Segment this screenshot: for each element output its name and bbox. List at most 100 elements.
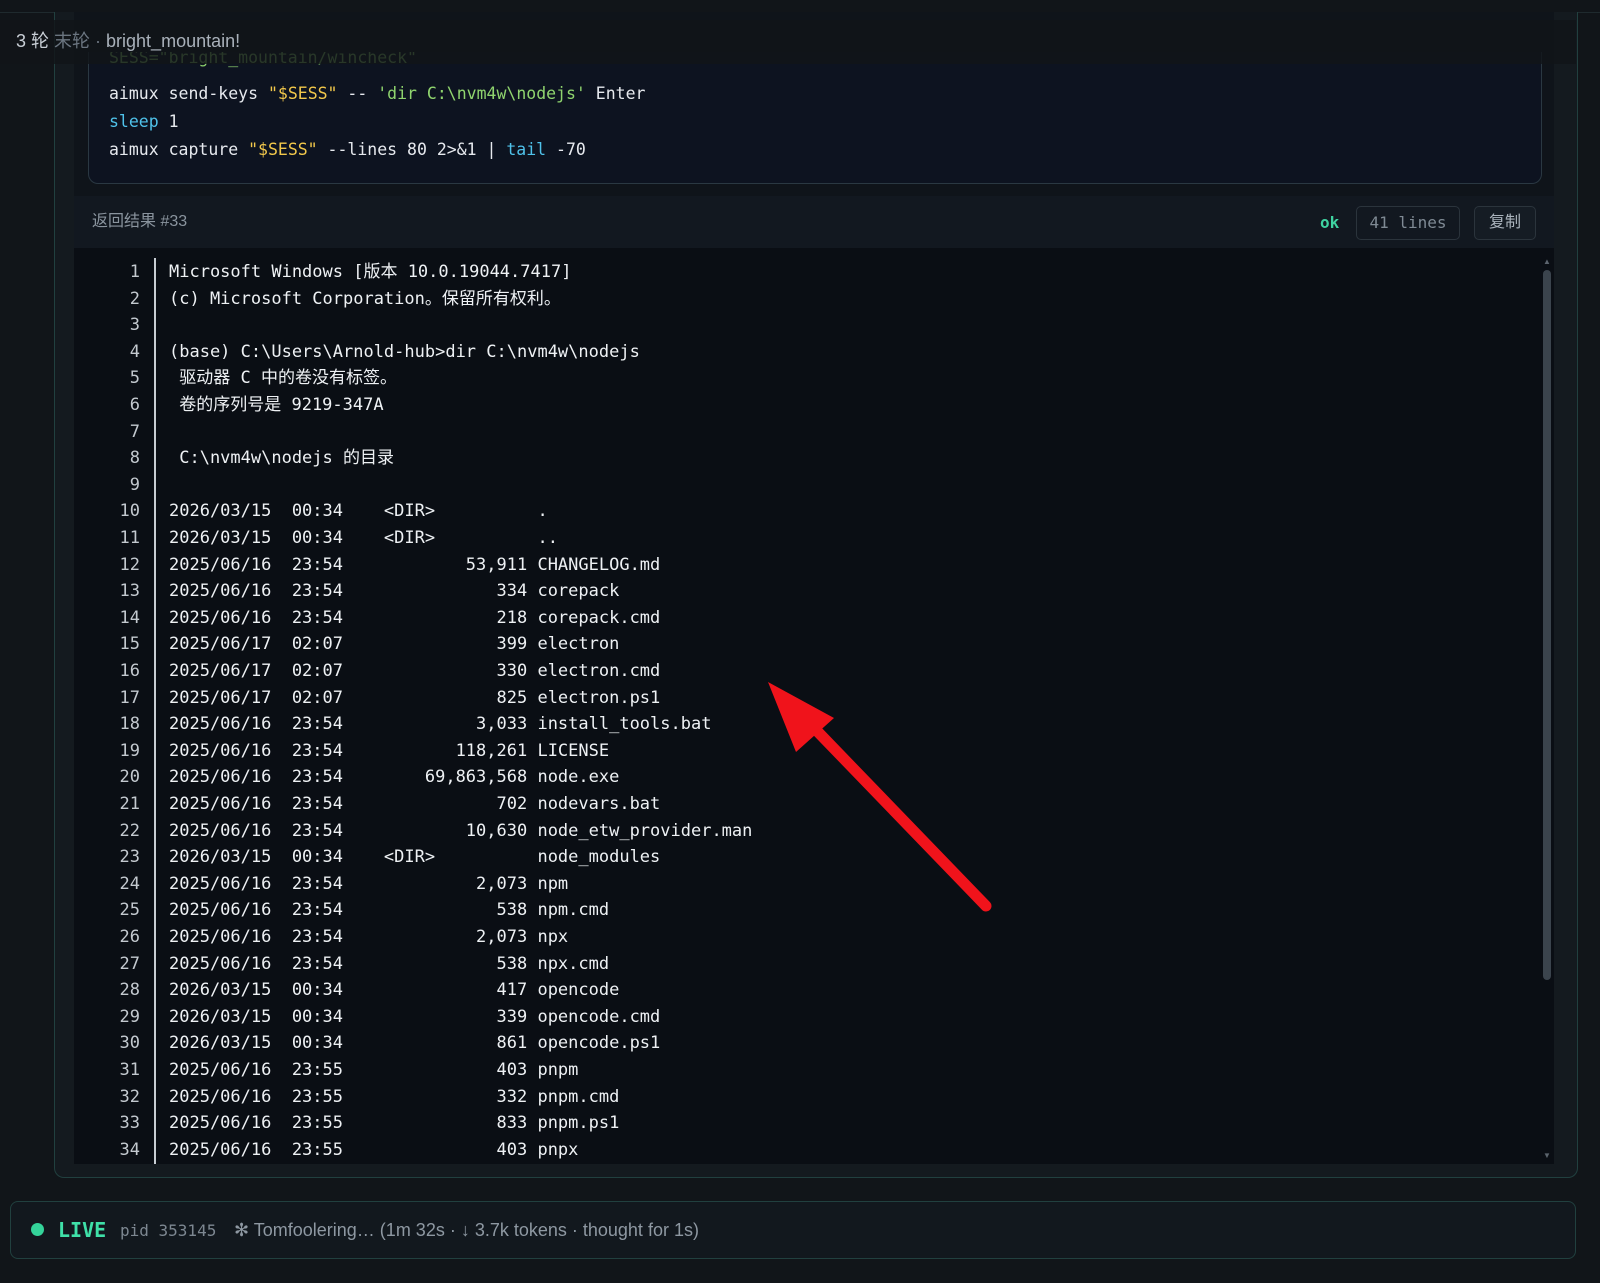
turn-count: 3 轮 xyxy=(16,31,50,51)
last-turn-label: 末轮 xyxy=(54,31,91,51)
line-text: 2025/06/16 23:54 702 nodevars.bat xyxy=(169,794,661,814)
terminal-line: 34 2025/06/16 23:55 403 pnpx xyxy=(0,1137,1540,1164)
terminal-line: 29 2026/03/15 00:34 339 opencode.cmd xyxy=(0,1004,1540,1031)
copy-button[interactable]: 复制 xyxy=(1474,206,1536,240)
line-number: 7 xyxy=(129,421,140,442)
line-text: (c) Microsoft Corporation。保留所有权利。 xyxy=(169,288,561,309)
terminal-line: 27 2025/06/16 23:54 538 npx.cmd xyxy=(0,951,1540,978)
line-text: 2025/06/16 23:54 538 npm.cmd xyxy=(169,900,610,921)
breadcrumb-separator: · xyxy=(90,31,107,51)
code-line-2: aimux send-keys "$SESS" -- 'dir C:\nvm4w… xyxy=(109,84,646,103)
line-number: 31 xyxy=(119,1060,140,1080)
line-number: 13 xyxy=(119,581,140,602)
line-number: 9 xyxy=(129,474,140,495)
terminal-line: 1 Microsoft Windows [版本 10.0.19044.7417] xyxy=(0,259,1540,286)
line-number: 6 xyxy=(129,395,140,415)
line-number: 18 xyxy=(119,714,140,735)
terminal-line: 5 驱动器 C 中的卷没有标签。 xyxy=(0,365,1540,392)
line-number: 8 xyxy=(129,448,140,469)
line-number: 29 xyxy=(119,1006,140,1027)
line-number: 17 xyxy=(119,687,140,708)
terminal-line: 7 xyxy=(0,419,1540,446)
line-number: 5 xyxy=(129,368,140,389)
line-text: 2025/06/16 23:54 69,863,568 node.exe xyxy=(169,767,620,788)
line-text: 卷的序列号是 9219-347A xyxy=(169,395,384,415)
line-text: 2025/06/16 23:55 403 pnpm xyxy=(169,1060,579,1080)
terminal-line: 11 2026/03/15 00:34 <DIR> .. xyxy=(0,525,1540,552)
terminal-line: 30 2026/03/15 00:34 861 opencode.ps1 xyxy=(0,1030,1540,1057)
scroll-up-icon[interactable]: ▲ xyxy=(1542,258,1552,266)
line-number: 19 xyxy=(119,740,140,761)
code-line-4: aimux capture "$SESS" --lines 80 2>&1 | … xyxy=(109,140,586,159)
line-text: 2025/06/16 23:54 218 corepack.cmd xyxy=(169,607,661,628)
status-badge: ok xyxy=(1320,213,1340,232)
line-text: 2026/03/15 00:34 417 opencode xyxy=(169,980,620,1001)
line-text: 2025/06/16 23:54 2,073 npm xyxy=(169,873,569,894)
line-number: 33 xyxy=(119,1113,140,1134)
line-text: 2025/06/17 02:07 330 electron.cmd xyxy=(169,661,661,681)
line-text: 2025/06/16 23:54 3,033 install_tools.bat xyxy=(169,714,712,735)
line-number: 10 xyxy=(119,501,140,522)
live-label: LIVE xyxy=(58,1218,107,1242)
terminal-line: 13 2025/06/16 23:54 334 corepack xyxy=(0,578,1540,605)
terminal-line: 12 2025/06/16 23:54 53,911 CHANGELOG.md xyxy=(0,552,1540,579)
line-number: 14 xyxy=(119,607,140,628)
line-text: 2025/06/16 23:54 10,630 node_etw_provide… xyxy=(169,820,753,841)
line-number: 23 xyxy=(119,847,140,868)
scrollbar-thumb[interactable] xyxy=(1543,270,1551,980)
line-text: 2025/06/17 02:07 825 electron.ps1 xyxy=(169,687,661,708)
line-number: 20 xyxy=(119,767,140,788)
terminal-line: 10 2026/03/15 00:34 <DIR> . xyxy=(0,498,1540,525)
terminal-line: 14 2025/06/16 23:54 218 corepack.cmd xyxy=(0,605,1540,632)
line-number: 12 xyxy=(119,554,140,575)
breadcrumb[interactable]: 3 轮 末轮 · bright_mountain! xyxy=(16,27,240,55)
scroll-down-icon[interactable]: ▼ xyxy=(1542,1152,1552,1160)
line-count-badge: 41 lines xyxy=(1356,206,1460,240)
activity-status: ✻ Tomfoolering… (1m 32s · ↓ 3.7k tokens … xyxy=(234,1220,699,1240)
terminal-line: 4 (base) C:\Users\Arnold-hub>dir C:\nvm4w… xyxy=(0,339,1540,366)
line-number: 32 xyxy=(119,1086,140,1107)
terminal-line: 32 2025/06/16 23:55 332 pnpm.cmd xyxy=(0,1084,1540,1111)
line-text: (base) C:\Users\Arnold-hub>dir C:\nvm4w\… xyxy=(169,341,640,362)
line-number: 30 xyxy=(119,1033,140,1054)
terminal-line: 28 2026/03/15 00:34 417 opencode xyxy=(0,977,1540,1004)
line-text: 2026/03/15 00:34 339 opencode.cmd xyxy=(169,1006,661,1027)
line-text: 2025/06/16 23:55 403 pnpx xyxy=(169,1139,579,1160)
line-number: 2 xyxy=(129,288,140,309)
line-text: 2025/06/16 23:55 833 pnpm.ps1 xyxy=(169,1113,620,1134)
line-text: 2026/03/15 00:34 <DIR> node_modules xyxy=(169,847,661,868)
line-text: 2025/06/16 23:55 332 pnpm.cmd xyxy=(169,1086,620,1107)
terminal-line: 6 卷的序列号是 9219-347A xyxy=(0,392,1540,419)
session-name: bright_mountain! xyxy=(106,31,241,51)
red-arrow-icon xyxy=(768,682,992,912)
line-text: 2026/03/15 00:34 <DIR> .. xyxy=(169,528,558,548)
line-number: 4 xyxy=(129,341,140,362)
line-number: 11 xyxy=(119,528,140,548)
terminal-line: 8 C:\nvm4w\nodejs 的目录 xyxy=(0,445,1540,472)
line-text: 2025/06/16 23:54 538 npx.cmd xyxy=(169,953,610,974)
line-text: 2025/06/17 02:07 399 electron xyxy=(169,634,620,655)
line-number: 34 xyxy=(119,1139,140,1160)
line-text: C:\nvm4w\nodejs 的目录 xyxy=(169,448,394,469)
line-number: 21 xyxy=(119,794,140,814)
page: SESS="bright_mountain/wincheck" aimux se… xyxy=(0,0,1600,1283)
line-text: 2025/06/16 23:54 334 corepack xyxy=(169,581,620,602)
line-text: Microsoft Windows [版本 10.0.19044.7417] xyxy=(169,262,572,282)
line-number: 16 xyxy=(119,661,140,681)
terminal-line: 31 2025/06/16 23:55 403 pnpm xyxy=(0,1057,1540,1084)
line-number: 25 xyxy=(119,900,140,921)
terminal-line: 2 (c) Microsoft Corporation。保留所有权利。 xyxy=(0,286,1540,313)
process-id: pid 353145 xyxy=(120,1221,217,1240)
line-number: 27 xyxy=(119,953,140,974)
terminal-line: 15 2025/06/17 02:07 399 electron xyxy=(0,631,1540,658)
line-number: 24 xyxy=(119,873,140,894)
line-number: 3 xyxy=(129,315,140,336)
line-text: 2026/03/15 00:34 <DIR> . xyxy=(169,501,548,522)
line-text: 驱动器 C 中的卷没有标签。 xyxy=(169,368,397,389)
live-dot-icon xyxy=(31,1223,44,1236)
terminal-line: 3 xyxy=(0,312,1540,339)
line-number: 1 xyxy=(129,262,140,282)
line-text: 2025/06/16 23:54 53,911 CHANGELOG.md xyxy=(169,554,661,575)
terminal-line: 33 2025/06/16 23:55 833 pnpm.ps1 xyxy=(0,1110,1540,1137)
line-text: 2026/03/15 00:34 861 opencode.ps1 xyxy=(169,1033,661,1054)
